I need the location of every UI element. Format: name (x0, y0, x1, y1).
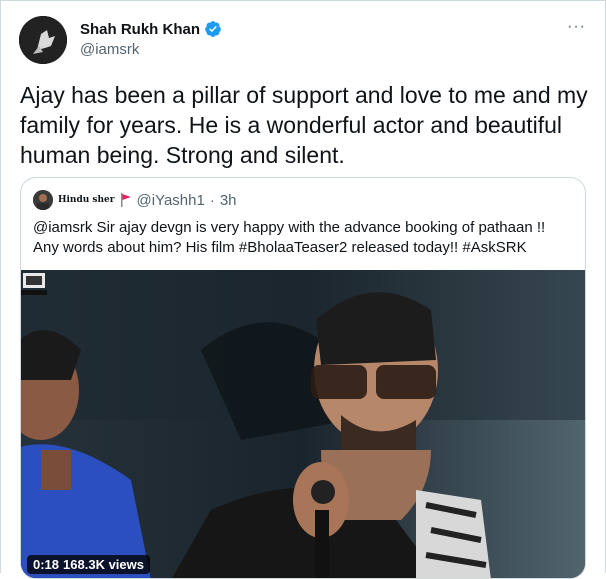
lehren-logo-icon (21, 273, 47, 295)
video-player[interactable]: 0:18 168.3K views (21, 270, 585, 578)
quoted-avatar-image (33, 190, 53, 210)
video-info-badge: 0:18 168.3K views (27, 555, 150, 574)
quoted-timestamp[interactable]: 3h (220, 192, 237, 209)
tweet-text: Ajay has been a pillar of support and lo… (20, 82, 588, 168)
video-duration: 0:18 (33, 557, 60, 572)
author-avatar[interactable] (19, 16, 67, 64)
quoted-avatar[interactable] (33, 190, 53, 210)
quoted-handle[interactable]: @iYashh1 (137, 192, 205, 209)
author-block: Shah Rukh Khan @iamsrk (80, 20, 222, 58)
author-handle[interactable]: @iamsrk (80, 41, 222, 58)
quoted-header: Hindu sher @iYashh1 · 3h (33, 190, 237, 210)
video-frame-image (21, 270, 585, 578)
flag-icon (120, 193, 131, 207)
quoted-separator: · (209, 191, 215, 209)
quoted-tweet[interactable]: Hindu sher @iYashh1 · 3h @iamsrk Sir aja… (20, 177, 586, 579)
quoted-display-name[interactable]: Hindu sher (58, 195, 115, 205)
author-name[interactable]: Shah Rukh Khan (80, 21, 200, 38)
video-views: 168.3K views (63, 557, 144, 572)
more-options-button[interactable]: ··· (567, 18, 586, 36)
avatar-image (19, 16, 67, 64)
quoted-text: @iamsrk Sir ajay devgn is very happy wit… (33, 219, 546, 256)
verified-badge-icon (205, 21, 221, 37)
